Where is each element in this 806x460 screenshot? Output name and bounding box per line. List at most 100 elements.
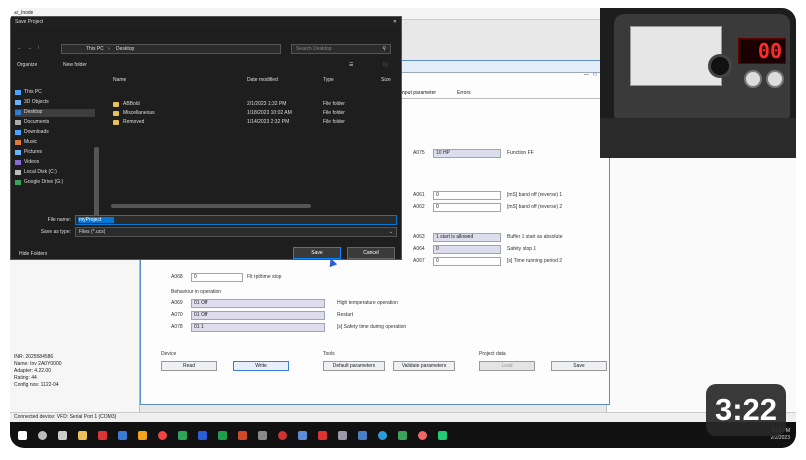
word-icon[interactable] <box>198 431 207 440</box>
music-icon <box>15 140 21 145</box>
desktop-icon <box>15 110 21 115</box>
breadcrumb-item[interactable]: Desktop <box>116 46 134 53</box>
param-row: A069 01 Off High temperature operation <box>171 299 421 308</box>
save-as-type-select[interactable]: Files (*.ucs) ⌄ <box>75 227 397 237</box>
param-select[interactable]: 10 HP <box>433 149 501 158</box>
section-tools: Tools <box>323 351 335 357</box>
drive-icon <box>15 170 21 175</box>
taskbar: 4:21 PM 2/2/2023 <box>10 422 796 448</box>
app-icon[interactable] <box>118 431 127 440</box>
file-explorer-icon[interactable] <box>78 431 87 440</box>
load-button[interactable]: Load <box>479 361 535 371</box>
param-code: A068 <box>171 274 183 280</box>
column-header-type[interactable]: Type <box>323 77 334 84</box>
cancel-button[interactable]: Cancel <box>347 247 395 259</box>
status-text: Connected device: VFD: Serial Port 1 (CO… <box>14 414 117 420</box>
keypad-button <box>744 70 762 88</box>
file-row[interactable]: Miscellaneous 1/18/2023 10:02 AM File fo… <box>107 110 387 118</box>
device-info-line: Rating: 44 <box>14 375 37 381</box>
device-info-line: Name: Inv 2A0Y0000 <box>14 361 62 367</box>
start-icon[interactable] <box>18 431 27 440</box>
file-name-input[interactable]: myProject <box>75 215 397 225</box>
powerpoint-icon[interactable] <box>238 431 247 440</box>
app-icon[interactable] <box>378 431 387 440</box>
help-icon[interactable]: ⓘ <box>383 62 388 69</box>
param-code: A064 <box>413 246 425 252</box>
param-select[interactable]: 01 Off <box>191 311 325 320</box>
nav-scrollbar[interactable] <box>94 147 99 217</box>
app-icon[interactable] <box>178 431 187 440</box>
param-select[interactable]: 1 start is allowed <box>433 233 501 242</box>
param-row: A078 01 1 [s] Safety time during operati… <box>171 323 421 332</box>
column-header-date[interactable]: Date modified <box>247 77 278 84</box>
folder-icon <box>113 120 119 125</box>
app-icon[interactable] <box>278 431 287 440</box>
param-input[interactable]: 0 <box>433 203 501 212</box>
organize-button[interactable]: Organize <box>17 62 37 69</box>
param-select[interactable]: 01 1 <box>191 323 325 332</box>
app-icon[interactable] <box>138 431 147 440</box>
param-code: A075 <box>413 150 425 156</box>
default-parameters-button[interactable]: Default parameters <box>323 361 385 371</box>
tab-input-parameter[interactable]: input parameter <box>401 90 436 96</box>
write-button[interactable]: Write <box>233 361 289 371</box>
breadcrumb-item[interactable]: This PC <box>86 46 104 53</box>
app-icon[interactable] <box>338 431 347 440</box>
hide-folders-toggle[interactable]: Hide Folders <box>19 251 47 258</box>
app-icon[interactable] <box>358 431 367 440</box>
back-icon[interactable]: ← <box>17 45 22 52</box>
app-icon[interactable] <box>298 431 307 440</box>
app-icon[interactable] <box>418 431 427 440</box>
new-folder-button[interactable]: New folder <box>63 62 87 69</box>
browser-icon[interactable] <box>158 431 167 440</box>
close-icon[interactable]: ✕ <box>393 19 397 26</box>
command-bar: Organize New folder ☰ ⓘ <box>11 61 401 71</box>
nav-item-selected[interactable]: Desktop <box>15 109 95 117</box>
chevron-down-icon: ⌄ <box>388 229 393 235</box>
file-name-label: File name: <box>47 217 71 223</box>
param-code: A078 <box>171 324 183 330</box>
save-dialog: Save Project ✕ ← → ↑ This PC › Desktop S… <box>10 16 402 268</box>
param-code: A061 <box>413 192 425 198</box>
param-input[interactable]: 0 <box>433 257 501 266</box>
chevron-right-icon: › <box>108 46 110 52</box>
up-icon[interactable]: ↑ <box>37 45 40 52</box>
param-input[interactable]: 0 <box>433 191 501 200</box>
param-select[interactable]: 01 Off <box>191 299 325 308</box>
path-breadcrumb[interactable]: This PC › Desktop <box>61 44 281 54</box>
video-thumbnail[interactable]: sr_Inode INR: 2025584586 Name: Inv 2A0Y0… <box>10 8 796 448</box>
app-icon[interactable] <box>318 431 327 440</box>
param-input[interactable]: 0 <box>191 273 243 282</box>
search-input[interactable]: Search Desktop ⚲ <box>291 44 391 54</box>
app-icon[interactable] <box>438 431 447 440</box>
horizontal-scrollbar[interactable] <box>111 204 311 208</box>
app-icon[interactable] <box>398 431 407 440</box>
file-row[interactable]: Removed 1/14/2023 2:32 PM File folder <box>107 119 387 127</box>
address-bar: ← → ↑ This PC › Desktop Search Desktop ⚲ <box>11 43 401 55</box>
excel-icon[interactable] <box>218 431 227 440</box>
tab-errors[interactable]: Errors <box>457 90 471 96</box>
task-view-icon[interactable] <box>58 431 67 440</box>
save-project-button[interactable]: Save <box>551 361 607 371</box>
column-header-size[interactable]: Size <box>381 77 391 84</box>
column-header-name[interactable]: Name <box>113 77 126 84</box>
search-icon[interactable] <box>38 431 47 440</box>
folder-icon <box>113 111 119 116</box>
param-row: A063 1 start is allowed Buffer 1 start a… <box>413 233 593 242</box>
param-select[interactable]: 0 <box>433 245 501 254</box>
app-icon[interactable] <box>258 431 267 440</box>
minimize-icon[interactable]: — <box>584 72 589 78</box>
param-desc: [s] Time running period 2 <box>507 258 563 264</box>
device-info-line: INR: 2025584586 <box>14 354 54 360</box>
computer-icon <box>15 90 21 95</box>
maximize-icon[interactable]: □ <box>593 72 596 78</box>
validate-parameters-button[interactable]: Validate parameters <box>393 361 455 371</box>
file-row[interactable]: ABBold 2/1/2023 1:32 PM File folder <box>107 101 387 109</box>
app-icon[interactable] <box>98 431 107 440</box>
view-options-icon[interactable]: ☰ <box>349 62 353 69</box>
file-name-value: myProject <box>78 217 114 223</box>
forward-icon[interactable]: → <box>27 45 32 52</box>
read-button[interactable]: Read <box>161 361 217 371</box>
status-bar: Connected device: VFD: Serial Port 1 (CO… <box>10 412 796 422</box>
drive-icon <box>15 180 21 185</box>
